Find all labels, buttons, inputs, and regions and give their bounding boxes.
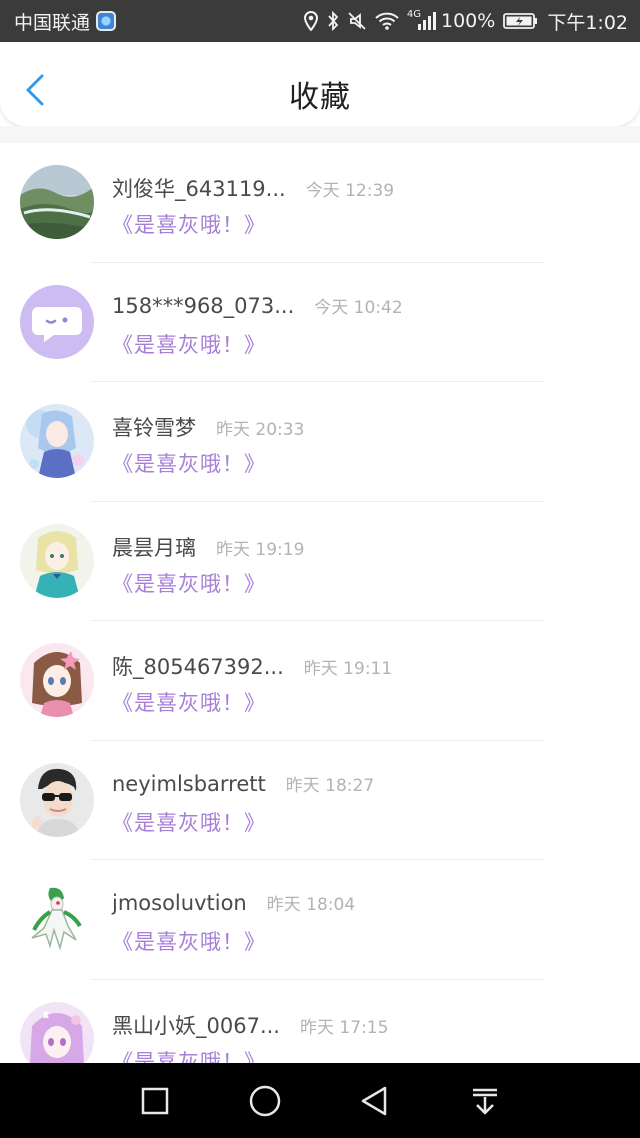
item-header: jmosoluvtion 昨天 18:04 — [112, 890, 620, 920]
item-time: 昨天 18:27 — [285, 775, 375, 796]
favorites-list[interactable]: 刘俊华_643119... 今天 12:39 《是喜灰哦！》 158***968… — [0, 143, 640, 1063]
item-time: 今天 10:42 — [314, 297, 403, 318]
list-item[interactable]: 喜铃雪梦 昨天 20:33 《是喜灰哦！》 — [0, 382, 640, 502]
home-button[interactable] — [235, 1071, 295, 1131]
item-text: 黑山小妖_0067... 昨天 17:15 《是喜灰哦！》 — [112, 1010, 620, 1064]
item-snippet: 《是喜灰哦！》 — [112, 571, 266, 596]
item-text: 158***968_073... 今天 10:42 《是喜灰哦！》 — [112, 293, 620, 359]
item-header: 158***968_073... 今天 10:42 — [112, 293, 620, 323]
notification-button[interactable] — [455, 1071, 515, 1131]
clock: 下午1:02 — [547, 11, 628, 34]
back-triangle-icon — [361, 1086, 387, 1115]
list-item[interactable]: 158***968_073... 今天 10:42 《是喜灰哦！》 — [0, 263, 640, 382]
item-time: 今天 12:39 — [305, 181, 395, 201]
carrier-app-icon — [96, 11, 117, 31]
battery-percent: 100% — [441, 10, 496, 32]
header-bar: 收藏 — [0, 42, 640, 126]
item-snippet: 《是喜灰哦！》 — [112, 452, 266, 476]
item-name: 陈_805467392... — [112, 655, 284, 679]
item-text: 喜铃雪梦 昨天 20:33 《是喜灰哦！》 — [112, 412, 620, 478]
item-header: 陈_805467392... 昨天 19:11 — [112, 651, 620, 681]
bluetooth-icon — [327, 11, 339, 31]
status-right: 4G 100% 下午1:02 — [295, 8, 628, 35]
list-item[interactable]: jmosoluvtion 昨天 18:04 《是喜灰哦！》 — [0, 860, 640, 980]
carrier-name: 中国联通 — [14, 11, 91, 34]
item-name: 喜铃雪梦 — [112, 416, 196, 440]
item-time: 昨天 19:19 — [216, 539, 305, 560]
favorites-screen: 中国联通 4G 100% 下午1:02 收藏 刘俊华_643119... 今天 … — [0, 0, 640, 1138]
avatar — [20, 404, 94, 478]
status-bar: 中国联通 4G 100% 下午1:02 — [0, 0, 640, 42]
list-item[interactable]: 陈_805467392... 昨天 19:11 《是喜灰哦！》 — [0, 621, 640, 741]
avatar — [20, 762, 94, 837]
item-name: 158***968_073... — [112, 293, 295, 318]
location-icon — [303, 11, 319, 31]
avatar — [20, 1001, 94, 1063]
list-item[interactable]: neyimlsbarrett 昨天 18:27 《是喜灰哦！》 — [0, 741, 640, 860]
item-snippet: 《是喜灰哦！》 — [112, 213, 266, 237]
recent-apps-button[interactable] — [125, 1071, 185, 1131]
item-time: 昨天 20:33 — [216, 420, 305, 440]
item-header: 喜铃雪梦 昨天 20:33 — [112, 412, 620, 442]
list-item[interactable]: 晨昙月璃 昨天 19:19 《是喜灰哦！》 — [0, 502, 640, 621]
item-text: 晨昙月璃 昨天 19:19 《是喜灰哦！》 — [112, 532, 620, 598]
item-header: 黑山小妖_0067... 昨天 17:15 — [112, 1010, 620, 1040]
item-snippet: 《是喜灰哦！》 — [112, 1049, 266, 1064]
item-snippet: 《是喜灰哦！》 — [112, 691, 266, 715]
list-item[interactable]: 黑山小妖_0067... 昨天 17:15 《是喜灰哦！》 — [0, 980, 640, 1064]
header-gap — [0, 126, 640, 143]
avatar — [20, 165, 94, 239]
item-text: 刘俊华_643119... 今天 12:39 《是喜灰哦！》 — [112, 173, 620, 239]
mute-icon — [347, 11, 367, 31]
item-name: jmosoluvtion — [112, 891, 247, 915]
item-text: 陈_805467392... 昨天 19:11 《是喜灰哦！》 — [112, 651, 620, 717]
item-snippet: 《是喜灰哦！》 — [112, 930, 266, 954]
avatar — [20, 643, 94, 717]
system-nav-bar — [0, 1063, 640, 1138]
item-time: 昨天 19:11 — [303, 659, 393, 679]
item-header: 刘俊华_643119... 今天 12:39 — [112, 173, 620, 203]
item-time: 昨天 17:15 — [299, 1017, 389, 1038]
wifi-icon — [375, 12, 399, 30]
page-title: 收藏 — [289, 80, 351, 115]
item-time: 昨天 18:04 — [266, 895, 356, 915]
avatar — [20, 523, 94, 598]
item-snippet: 《是喜灰哦！》 — [112, 332, 266, 357]
avatar — [20, 284, 94, 359]
item-snippet: 《是喜灰哦！》 — [112, 810, 266, 835]
list-item[interactable]: 刘俊华_643119... 今天 12:39 《是喜灰哦！》 — [0, 143, 640, 263]
item-name: neyimlsbarrett — [112, 771, 266, 796]
back-nav-button[interactable] — [345, 1071, 405, 1131]
item-header: neyimlsbarrett 昨天 18:27 — [112, 771, 620, 801]
signal-icon: 4G — [406, 9, 437, 30]
network-type: 4G — [406, 9, 421, 20]
item-text: jmosoluvtion 昨天 18:04 《是喜灰哦！》 — [112, 890, 620, 956]
item-name: 晨昙月璃 — [112, 535, 196, 560]
recent-apps-icon — [141, 1087, 169, 1114]
item-text: neyimlsbarrett 昨天 18:27 《是喜灰哦！》 — [112, 771, 620, 837]
notification-pull-icon — [473, 1088, 497, 1114]
item-name: 黑山小妖_0067... — [112, 1013, 280, 1038]
item-name: 刘俊华_643119... — [112, 177, 286, 201]
item-header: 晨昙月璃 昨天 19:19 — [112, 532, 620, 562]
status-left: 中国联通 — [14, 8, 117, 35]
avatar — [20, 882, 94, 956]
battery-charging-icon — [503, 12, 539, 30]
home-icon — [249, 1085, 281, 1116]
